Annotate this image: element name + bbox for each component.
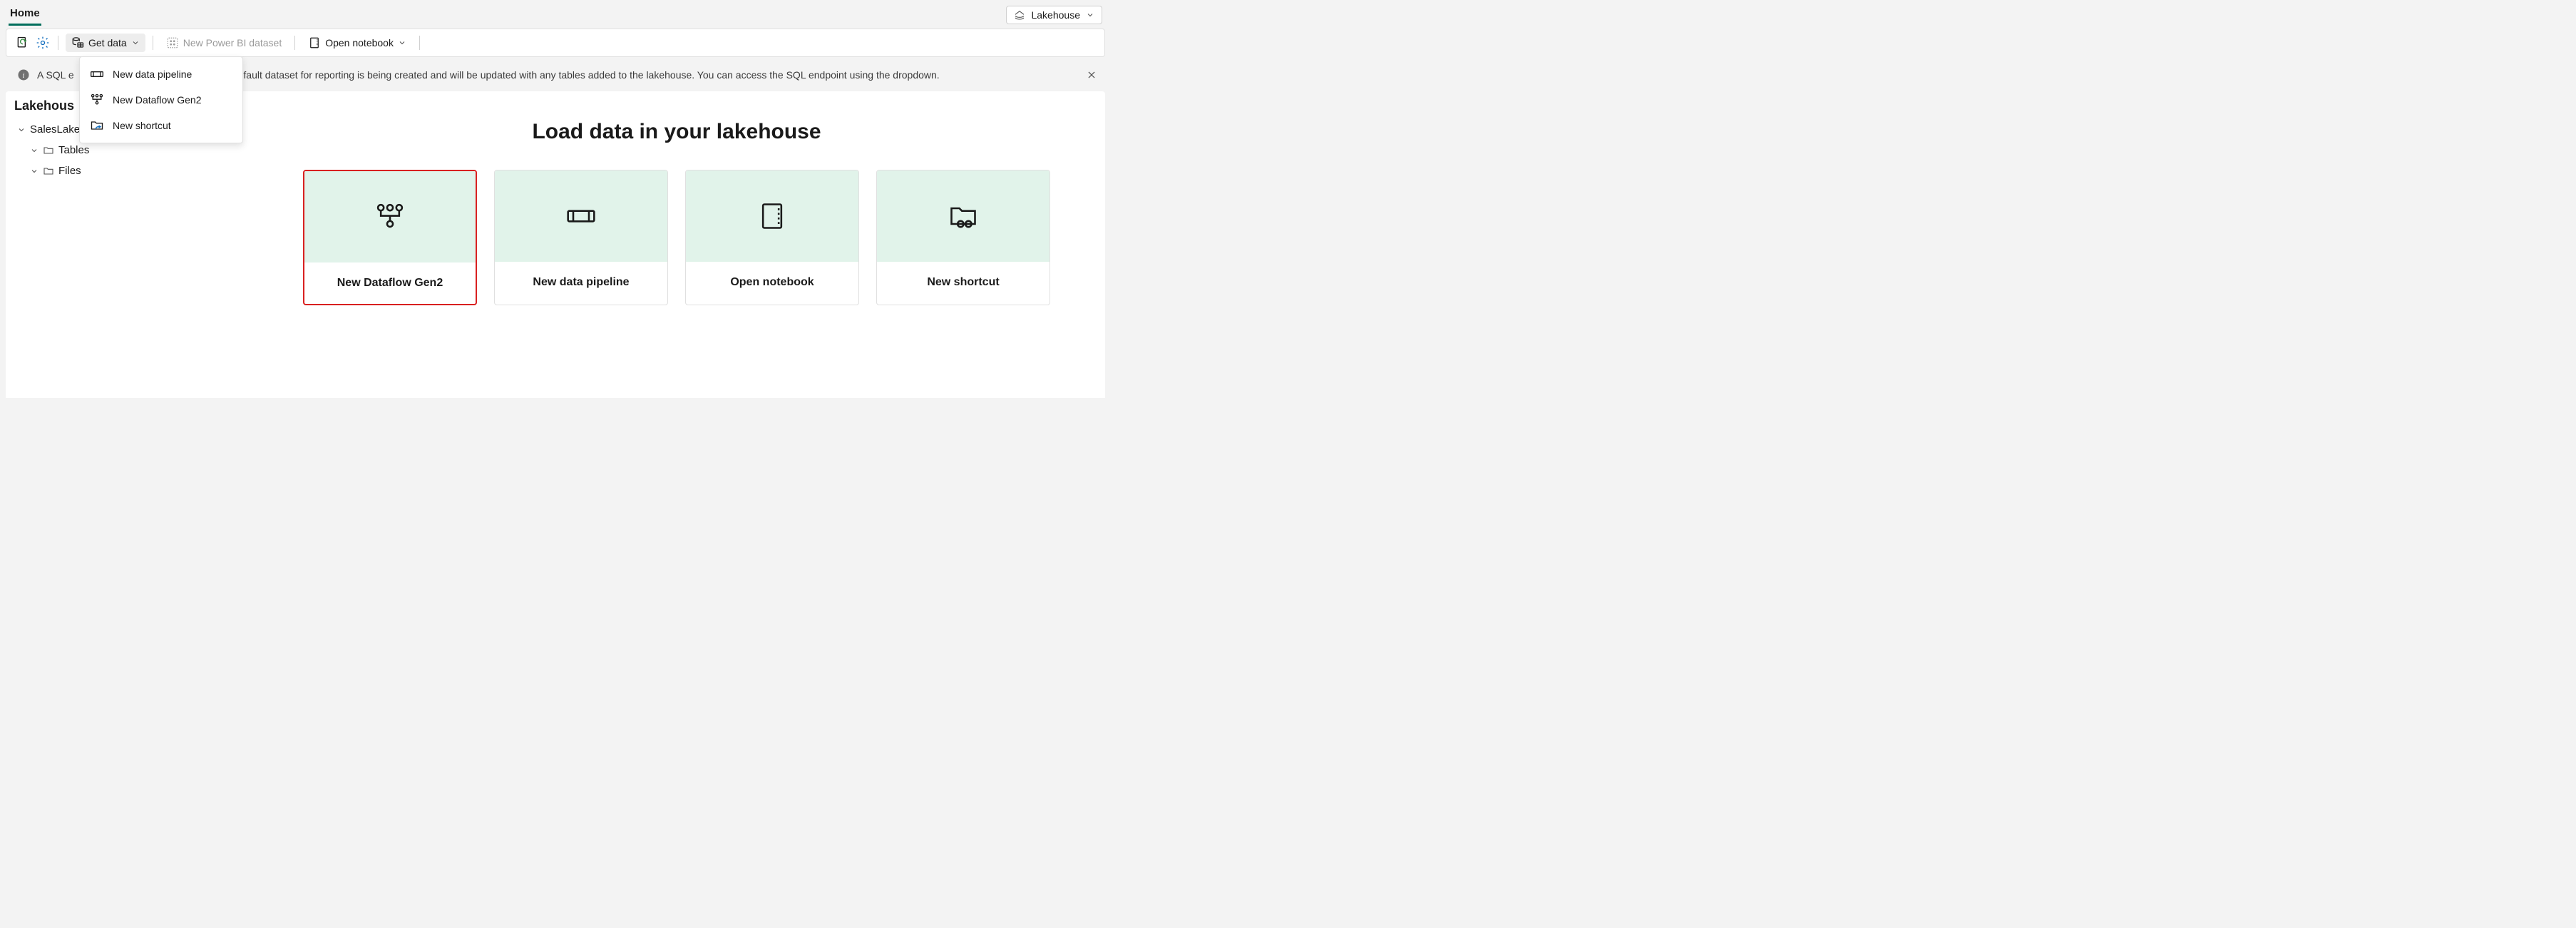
main-panel: Load data in your lakehouse New Dataflow… <box>248 91 1105 398</box>
card-icon-area <box>495 170 667 262</box>
tree-node-label: Files <box>58 165 81 177</box>
mode-switch-label: Lakehouse <box>1031 9 1080 21</box>
tab-home[interactable]: Home <box>9 4 41 26</box>
database-icon <box>71 36 84 49</box>
toolbar-separator <box>419 36 420 50</box>
get-data-button[interactable]: Get data <box>66 34 145 52</box>
card-icon-area <box>877 170 1050 262</box>
card-new-shortcut[interactable]: New shortcut <box>876 170 1050 305</box>
menu-new-shortcut[interactable]: New shortcut <box>80 113 242 138</box>
lakehouse-icon <box>1014 9 1025 21</box>
dataset-icon <box>166 36 179 49</box>
pipeline-icon <box>90 67 104 81</box>
folder-icon <box>43 165 54 177</box>
main-heading: Load data in your lakehouse <box>265 120 1088 144</box>
info-text-rest: efault dataset for reporting is being cr… <box>238 69 940 81</box>
dataflow-icon <box>374 201 406 233</box>
card-label: New Dataflow Gen2 <box>304 262 476 304</box>
tree-node-files[interactable]: Files <box>11 160 242 181</box>
folder-icon <box>43 145 54 156</box>
refresh-icon[interactable] <box>15 35 31 51</box>
chevron-down-icon <box>30 167 39 175</box>
menu-new-data-pipeline[interactable]: New data pipeline <box>80 61 242 87</box>
chevron-down-icon <box>131 39 140 47</box>
card-row: New Dataflow Gen2 New data pipeline <box>265 170 1088 305</box>
menu-item-label: New data pipeline <box>113 68 192 80</box>
info-text-prefix: A SQL e <box>37 69 74 81</box>
chevron-down-icon <box>1086 11 1094 19</box>
card-open-notebook[interactable]: Open notebook <box>685 170 859 305</box>
shortcut-icon <box>90 118 104 133</box>
menu-new-dataflow-gen2[interactable]: New Dataflow Gen2 <box>80 87 242 113</box>
chevron-down-icon <box>30 146 39 155</box>
shortcut-icon <box>948 200 979 232</box>
pipeline-icon <box>565 200 597 232</box>
close-icon[interactable] <box>1087 70 1097 80</box>
open-notebook-label: Open notebook <box>325 37 394 49</box>
card-label: New shortcut <box>877 262 1050 303</box>
new-dataset-label: New Power BI dataset <box>183 37 282 49</box>
menu-item-label: New Dataflow Gen2 <box>113 94 202 106</box>
card-new-data-pipeline[interactable]: New data pipeline <box>494 170 668 305</box>
open-notebook-button[interactable]: Open notebook <box>302 34 412 52</box>
new-powerbi-dataset-button: New Power BI dataset <box>160 34 288 52</box>
svg-text:i: i <box>23 72 25 80</box>
card-icon-area <box>686 170 858 262</box>
card-new-dataflow-gen2[interactable]: New Dataflow Gen2 <box>303 170 477 305</box>
chevron-down-icon <box>17 126 26 134</box>
lakehouse-mode-switch[interactable]: Lakehouse <box>1006 6 1102 24</box>
card-label: Open notebook <box>686 262 858 303</box>
settings-gear-icon[interactable] <box>35 35 51 51</box>
get-data-label: Get data <box>88 37 127 49</box>
dataflow-icon <box>90 93 104 107</box>
get-data-dropdown: New data pipeline New Dataflow Gen2 New … <box>79 56 243 143</box>
chevron-down-icon <box>398 39 406 47</box>
menu-item-label: New shortcut <box>113 120 171 131</box>
notebook-icon <box>756 200 788 232</box>
tree-node-label: Tables <box>58 144 89 156</box>
toolbar-separator <box>294 36 295 50</box>
tab-bar: Home Lakehouse <box>0 0 1111 26</box>
toolbar: Get data New Power BI dataset Open noteb… <box>6 29 1105 57</box>
notebook-icon <box>308 36 321 49</box>
card-label: New data pipeline <box>495 262 667 303</box>
card-icon-area <box>304 171 476 262</box>
info-icon: i <box>17 68 30 81</box>
